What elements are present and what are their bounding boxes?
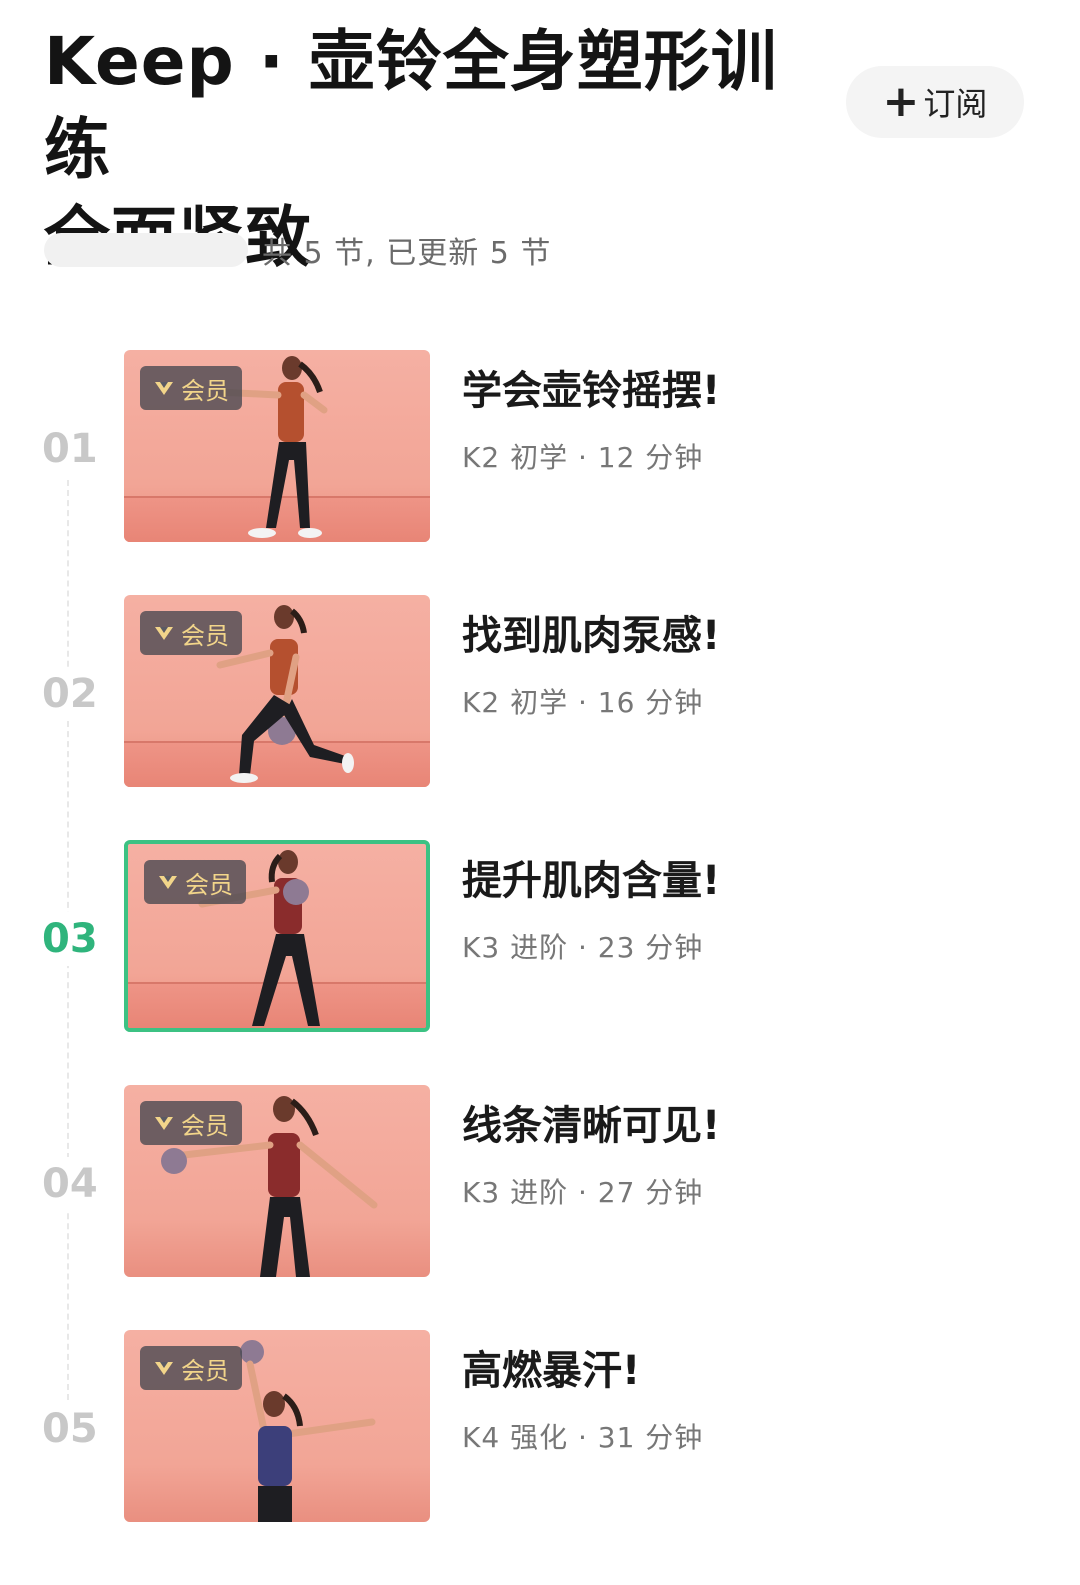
lesson-thumbnail[interactable]: 会员: [124, 840, 430, 1032]
course-summary: 共 5 节, 已更新 5 节: [44, 226, 551, 274]
lesson-index: 01: [42, 422, 112, 476]
lesson-title: 找到肌肉泵感!: [462, 613, 721, 659]
lesson-thumbnail[interactable]: 会员: [124, 350, 430, 542]
summary-text: 共 5 节, 已更新 5 节: [262, 236, 552, 271]
lesson-thumbnail[interactable]: 会员: [124, 595, 430, 787]
diamond-icon: [155, 627, 173, 640]
member-badge-label: 会员: [181, 1111, 229, 1140]
member-badge: 会员: [140, 1101, 242, 1145]
lesson-meta: K3 进阶 · 23 分钟: [462, 931, 704, 964]
lesson-title: 学会壶铃摇摆!: [462, 368, 721, 414]
lesson-index: 02: [42, 667, 112, 721]
lesson-title: 高燃暴汗!: [462, 1348, 641, 1394]
title-line-1: Keep · 壶铃全身塑形训练: [44, 23, 778, 188]
lesson-index: 05: [42, 1402, 112, 1456]
lesson-meta: K2 初学 · 16 分钟: [462, 686, 704, 719]
diamond-icon: [159, 876, 177, 889]
member-badge-label: 会员: [181, 376, 229, 405]
lesson-thumbnail[interactable]: 会员: [124, 1085, 430, 1277]
course-page: Keep · 壶铃全身塑形训练 全面紧致 + 订阅 共 5 节, 已更新 5 节…: [0, 0, 1080, 1585]
member-badge: 会员: [144, 860, 246, 904]
plus-icon: +: [882, 76, 920, 127]
lesson-meta: K3 进阶 · 27 分钟: [462, 1176, 704, 1209]
lesson-item-5[interactable]: 05 会员 高燃暴汗! K4 强化 · 31 分钟: [0, 1330, 1080, 1522]
member-badge: 会员: [140, 1346, 242, 1390]
diamond-icon: [155, 382, 173, 395]
lesson-title: 线条清晰可见!: [462, 1103, 721, 1149]
lesson-meta: K2 初学 · 12 分钟: [462, 441, 704, 474]
summary-placeholder-pill: [44, 233, 248, 267]
member-badge: 会员: [140, 611, 242, 655]
member-badge-label: 会员: [185, 870, 233, 899]
subscribe-button[interactable]: + 订阅: [846, 66, 1024, 138]
lesson-thumbnail[interactable]: 会员: [124, 1330, 430, 1522]
lesson-item-3[interactable]: 03 会员 提升肌肉含量! K3 进阶 · 23 分钟: [0, 840, 1080, 1032]
lesson-item-2[interactable]: 02 会员 找到肌肉泵感! K2 初学 · 16 分钟: [0, 595, 1080, 787]
lesson-item-4[interactable]: 04 会员 线条清晰可见! K3 进阶 · 27 分钟: [0, 1085, 1080, 1277]
lesson-item-1[interactable]: 01 会员 学会壶铃摇摆! K2 初学 · 12 分钟: [0, 350, 1080, 542]
lesson-index: 04: [42, 1157, 112, 1211]
lesson-meta: K4 强化 · 31 分钟: [462, 1421, 704, 1454]
diamond-icon: [155, 1362, 173, 1375]
member-badge: 会员: [140, 366, 242, 410]
member-badge-label: 会员: [181, 1356, 229, 1385]
subscribe-label: 订阅: [923, 85, 988, 123]
lesson-title: 提升肌肉含量!: [462, 858, 721, 904]
diamond-icon: [155, 1117, 173, 1130]
member-badge-label: 会员: [181, 621, 229, 650]
lesson-index: 03: [42, 912, 112, 966]
